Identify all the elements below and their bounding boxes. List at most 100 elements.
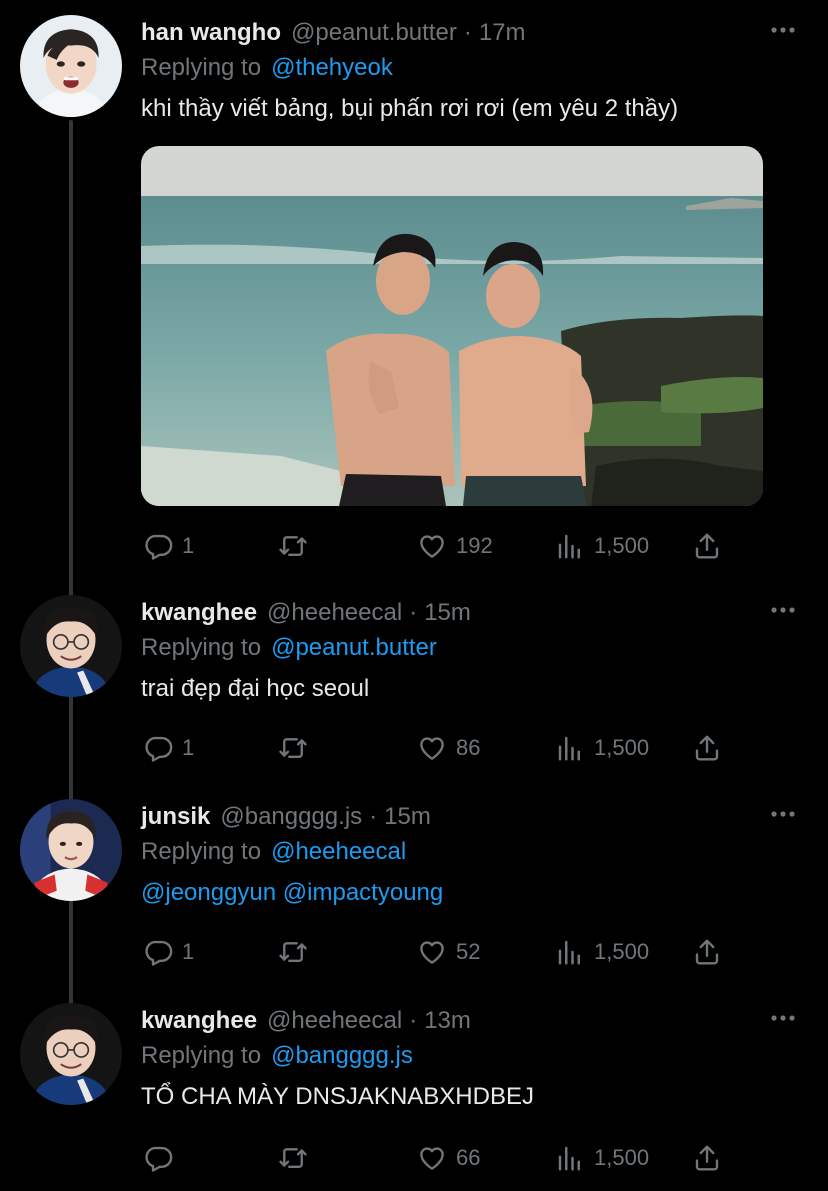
replying-to-label: Replying to	[141, 54, 262, 81]
replying-to-label: Replying to	[141, 1042, 262, 1069]
avatar[interactable]	[20, 595, 122, 697]
separator-dot: ·	[409, 599, 418, 626]
display-name[interactable]: kwanghee	[141, 1007, 257, 1035]
tweet-body: kwanghee @heeheecal · 15m Replying to @p…	[141, 595, 798, 704]
avatar[interactable]	[20, 15, 122, 117]
views-button[interactable]: 1,500	[555, 731, 649, 765]
tweet[interactable]: han wangho @peanut.butter · 17m Replying…	[0, 15, 828, 575]
views-icon	[558, 534, 580, 559]
tweet[interactable]: kwanghee @heeheecal · 15m Replying to @p…	[0, 595, 828, 775]
tweet-header: kwanghee @heeheecal · 15m	[141, 595, 798, 631]
heart-icon	[420, 941, 444, 964]
tweet-photo[interactable]	[141, 146, 763, 506]
reply-count: 1	[182, 735, 195, 760]
user-handle[interactable]: @heeheecal	[267, 599, 402, 627]
replying-to-mention[interactable]: @peanut.butter	[271, 634, 437, 662]
retweet-icon	[279, 942, 307, 962]
tweet[interactable]: junsik @bangggg.js · 15m Replying to @he…	[0, 799, 828, 979]
like-button[interactable]: 52	[417, 935, 480, 969]
tweet-actions: 1 52 1,500	[141, 935, 741, 969]
user-handle[interactable]: @bangggg.js	[220, 803, 362, 831]
separator-dot: ·	[409, 1007, 418, 1034]
replying-to-mention[interactable]: @heeheecal	[271, 838, 406, 866]
like-button[interactable]: 86	[417, 731, 480, 765]
more-options-button[interactable]	[768, 15, 798, 45]
tweet-body: kwanghee @heeheecal · 13m Replying to @b…	[141, 1003, 798, 1112]
views-icon	[558, 940, 580, 965]
retweet-icon	[279, 1148, 307, 1168]
views-count: 1,500	[594, 735, 650, 760]
tweet-time[interactable]: 17m	[479, 19, 526, 47]
tweet-actions: 66 1,500	[141, 1141, 741, 1175]
more-icon	[771, 811, 795, 817]
replying-to: Replying to @thehyeok	[141, 51, 798, 85]
retweet-icon	[279, 536, 307, 556]
tweet-header: han wangho @peanut.butter · 17m	[141, 15, 798, 51]
retweet-button[interactable]	[278, 731, 317, 765]
user-handle[interactable]: @peanut.butter	[291, 19, 457, 47]
reply-button[interactable]: 1	[143, 529, 194, 563]
reply-count: 1	[182, 533, 195, 558]
retweet-button[interactable]	[278, 935, 317, 969]
separator-dot: ·	[369, 803, 378, 830]
views-button[interactable]: 1,500	[555, 935, 649, 969]
share-icon	[695, 1145, 719, 1171]
tweet-body: junsik @bangggg.js · 15m Replying to @he…	[141, 799, 798, 908]
reply-icon	[145, 736, 173, 762]
tweet-time[interactable]: 13m	[424, 1007, 471, 1035]
more-options-button[interactable]	[768, 595, 798, 625]
share-button[interactable]	[692, 1141, 722, 1175]
views-count: 1,500	[594, 533, 650, 558]
share-button[interactable]	[692, 935, 722, 969]
retweet-icon	[279, 738, 307, 758]
reply-icon	[145, 1146, 173, 1172]
reply-button[interactable]: 1	[143, 935, 194, 969]
reply-icon	[145, 534, 173, 560]
like-count: 66	[456, 1145, 481, 1170]
more-icon	[771, 1015, 795, 1021]
tweet-time[interactable]: 15m	[424, 599, 471, 627]
like-button[interactable]: 66	[417, 1141, 480, 1175]
display-name[interactable]: han wangho	[141, 19, 281, 47]
share-icon	[695, 735, 719, 761]
retweet-button[interactable]	[278, 1141, 317, 1175]
heart-icon	[420, 1147, 444, 1170]
display-name[interactable]: junsik	[141, 803, 210, 831]
views-count: 1,500	[594, 939, 650, 964]
more-options-button[interactable]	[768, 1003, 798, 1033]
tweet[interactable]: kwanghee @heeheecal · 13m Replying to @b…	[0, 1003, 828, 1183]
separator-dot: ·	[463, 19, 472, 46]
tweet-text: TỔ CHA MÀY DNSJAKNABXHDBEJ	[141, 1083, 534, 1110]
like-count: 52	[456, 939, 481, 964]
tweet-time[interactable]: 15m	[384, 803, 431, 831]
tweet-text[interactable]: @jeonggyun @impactyoung	[141, 878, 798, 908]
more-options-button[interactable]	[768, 799, 798, 829]
views-icon	[558, 1146, 580, 1171]
avatar[interactable]	[20, 1003, 122, 1105]
like-count: 192	[456, 533, 493, 558]
share-button[interactable]	[692, 731, 722, 765]
avatar[interactable]	[20, 799, 122, 901]
share-button[interactable]	[692, 529, 722, 563]
like-button[interactable]: 192	[417, 529, 493, 563]
views-button[interactable]: 1,500	[555, 1141, 649, 1175]
share-icon	[695, 939, 719, 965]
views-count: 1,500	[594, 1145, 650, 1170]
reply-button[interactable]	[143, 1141, 182, 1175]
display-name[interactable]: kwanghee	[141, 599, 257, 627]
views-icon	[558, 736, 580, 761]
reply-button[interactable]: 1	[143, 731, 194, 765]
retweet-button[interactable]	[278, 529, 317, 563]
replying-to-mention[interactable]: @bangggg.js	[271, 1042, 413, 1070]
share-icon	[695, 533, 719, 559]
replying-to-label: Replying to	[141, 838, 262, 865]
views-button[interactable]: 1,500	[555, 529, 649, 563]
more-icon	[771, 27, 795, 33]
replying-to-label: Replying to	[141, 634, 262, 661]
user-handle[interactable]: @heeheecal	[267, 1007, 402, 1035]
reply-count: 1	[182, 939, 195, 964]
replying-to: Replying to @bangggg.js	[141, 1039, 798, 1073]
tweet-actions: 1 192 1,500	[141, 529, 741, 563]
tweet-header: kwanghee @heeheecal · 13m	[141, 1003, 798, 1039]
replying-to-mention[interactable]: @thehyeok	[271, 54, 393, 82]
